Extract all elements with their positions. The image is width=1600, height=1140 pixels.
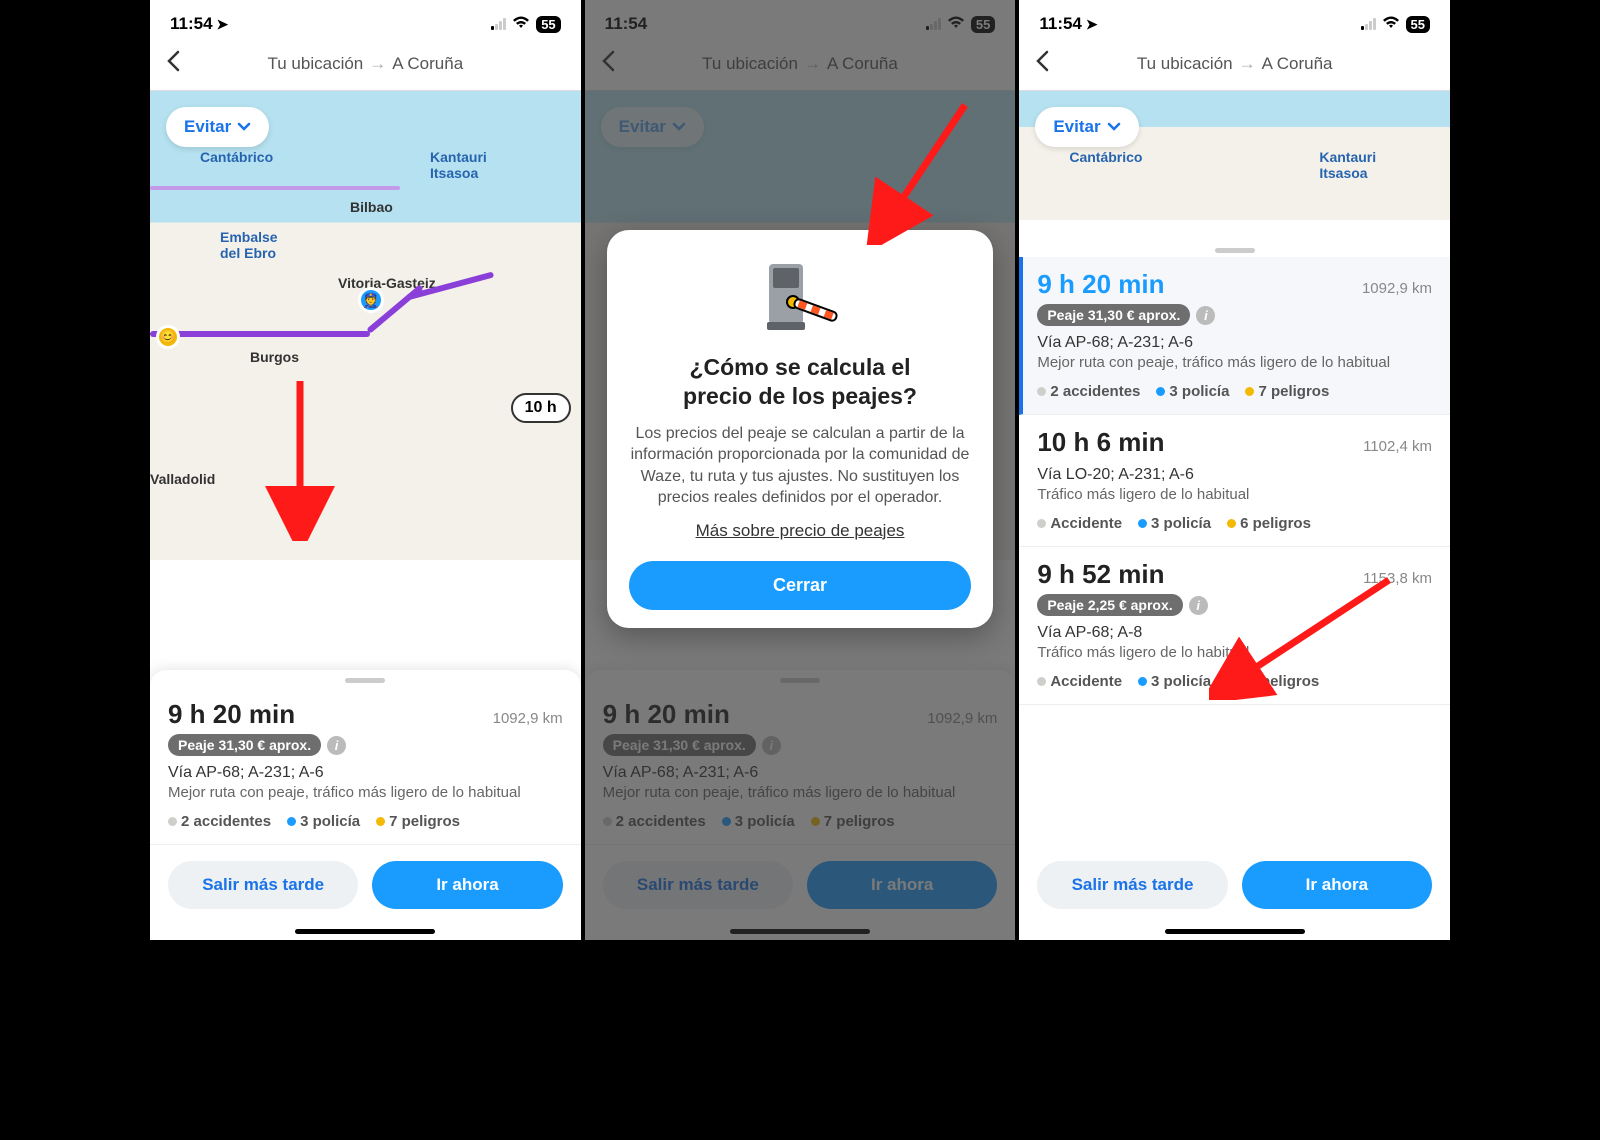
avoid-button[interactable]: Evitar [166,107,269,147]
status-time: 11:54 [1039,14,1082,34]
route-via: Vía LO-20; A-231; A-6 [1037,466,1432,484]
route-time: 10 h 6 min [1037,427,1164,458]
modal-body: Los precios del peaje se calculan a part… [629,423,972,509]
wifi-icon [1382,14,1400,34]
annotation-arrow [265,371,335,541]
screen-2: 11:54 55 Tu ubicación → A Coruña Evitar [585,0,1016,940]
screen-1: 11:54 ➤ 55 Tu ubicación → A Coruña [150,0,581,940]
sheet-handle[interactable] [345,678,385,683]
signal-icon [1361,18,1376,30]
route-description: Tráfico más ligero de lo habitual [1037,486,1432,503]
info-icon[interactable]: i [1189,596,1208,615]
nav-from: Tu ubicación [268,54,364,74]
route-tags: 2 accidentes 3 policía 7 peligros [168,813,563,830]
route-description: Mejor ruta con peaje, tráfico más ligero… [1037,354,1432,371]
route-description: Tráfico más ligero de lo habitual [1037,644,1432,661]
toll-badge: Peaje 31,30 € aprox. [168,734,321,756]
toll-badge: Peaje 2,25 € aprox. [1037,594,1182,616]
signal-icon [491,18,506,30]
route-via: Vía AP-68; A-8 [1037,624,1432,642]
nav-header: Tu ubicación → A Coruña [150,40,581,90]
route-card-2[interactable]: 10 h 6 min 1102,4 km Vía LO-20; A-231; A… [1019,415,1450,547]
route-time: 9 h 20 min [1037,269,1164,300]
police-marker-icon: 👮 [358,287,384,313]
route-via: Vía AP-68; A-231; A-6 [1037,334,1432,352]
status-time: 11:54 [170,14,213,34]
bottom-actions: Salir más tarde Ir ahora [150,845,581,925]
toll-badge: Peaje 31,30 € aprox. [1037,304,1190,326]
map[interactable]: Evitar Cantábrico Kantauri Itsasoa [1019,90,1450,220]
modal-close-button[interactable]: Cerrar [629,561,972,610]
avoid-label: Evitar [184,117,231,137]
wifi-icon [512,14,530,34]
map-label: Kantauri Itsasoa [430,149,487,181]
hazard-marker-icon: 😊 [156,325,180,349]
modal-more-link[interactable]: Más sobre precio de peajes [696,521,905,541]
info-icon[interactable]: i [327,736,346,755]
screen-3: 11:54 ➤ 55 Tu ubicación → A Coruña Evita… [1019,0,1450,940]
toll-booth-icon [755,256,845,341]
nav-header: Tu ubicación → A Coruña [1019,40,1450,90]
route-time: 9 h 52 min [1037,559,1164,590]
toll-info-modal: ¿Cómo se calcula elprecio de los peajes?… [607,230,994,628]
battery-icon: 55 [1406,16,1430,33]
arrow-right-icon: → [1239,54,1256,74]
routes-list[interactable]: 9 h 20 min 1092,9 km Peaje 31,30 € aprox… [1019,240,1450,852]
location-icon: ➤ [217,16,229,33]
nav-from: Tu ubicación [1137,54,1233,74]
map-label: Valladolid [150,471,215,487]
info-icon[interactable]: i [1196,306,1215,325]
location-icon: ➤ [1086,16,1098,33]
map-label: Bilbao [350,199,393,215]
route-distance: 1092,9 km [493,710,563,727]
route-via: Vía AP-68; A-231; A-6 [168,764,563,782]
map-label: Embalse del Ebro [220,229,278,261]
nav-to: A Coruña [1262,54,1333,74]
bottom-sheet[interactable]: 9 h 20 min 1092,9 km Peaje 31,30 € aprox… [150,670,581,940]
go-now-button[interactable]: Ir ahora [1242,861,1432,909]
map-label: Cantábrico [200,149,273,165]
back-button[interactable] [166,50,190,78]
leave-later-button[interactable]: Salir más tarde [168,861,358,909]
leave-later-button[interactable]: Salir más tarde [1037,861,1227,909]
bottom-actions: Salir más tarde Ir ahora [1019,845,1450,925]
route-distance: 1092,9 km [1362,280,1432,297]
route-card[interactable]: 9 h 20 min 1092,9 km Peaje 31,30 € aprox… [150,687,581,845]
go-now-button[interactable]: Ir ahora [372,861,562,909]
home-indicator [295,929,435,934]
home-indicator [1165,929,1305,934]
nav-to: A Coruña [392,54,463,74]
route-card-1[interactable]: 9 h 20 min 1092,9 km Peaje 31,30 € aprox… [1019,257,1450,415]
back-button[interactable] [1035,50,1059,78]
modal-title: ¿Cómo se calcula elprecio de los peajes? [629,353,972,411]
route-time: 9 h 20 min [168,699,295,730]
map-label: Burgos [250,349,299,365]
status-bar: 11:54 ➤ 55 [150,0,581,40]
sheet-handle[interactable] [1215,248,1255,253]
chevron-down-icon [237,122,251,132]
route-card-3[interactable]: 9 h 52 min 1153,8 km Peaje 2,25 € aprox.… [1019,547,1450,705]
route-description: Mejor ruta con peaje, tráfico más ligero… [168,784,563,801]
route-time-badge: 10 h [511,393,571,423]
battery-icon: 55 [536,16,560,33]
route-distance: 1102,4 km [1363,438,1432,455]
arrow-right-icon: → [369,54,386,74]
status-bar: 11:54 ➤ 55 [1019,0,1450,40]
avoid-button[interactable]: Evitar [1035,107,1138,147]
map[interactable]: Evitar Cantábrico Kantauri Itsasoa Bilba… [150,90,581,560]
route-distance: 1153,8 km [1363,570,1432,587]
